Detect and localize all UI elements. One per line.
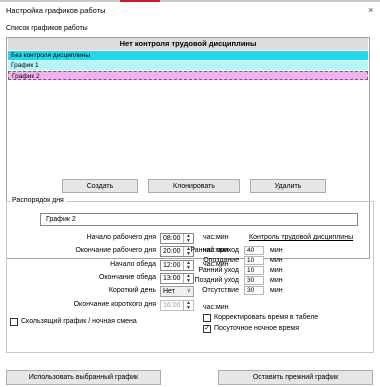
spin-icon[interactable]: ▲ ▼ (183, 261, 193, 270)
use-selected-button[interactable]: Использовать выбранный график (6, 370, 161, 385)
spin-icon[interactable]: ▲ ▼ (183, 274, 193, 283)
lunch-start-value: 12:00 (163, 262, 181, 269)
schedule-name-input[interactable]: График 2 (40, 213, 358, 226)
sliding-checkbox[interactable] (10, 318, 18, 326)
list-item[interactable]: График 1 (8, 61, 368, 70)
delete-button[interactable]: Удалить (250, 179, 326, 193)
control-row-unit: мин (270, 247, 283, 254)
check-icon: ✓ (204, 325, 210, 332)
accent-strip (120, 0, 160, 2)
control-row-input[interactable]: 10 (244, 266, 264, 275)
short-day-value: Нет (163, 288, 175, 295)
lunch-start-label: Начало обеда (110, 261, 156, 268)
window-top-border (0, 0, 380, 2)
lunch-end-label: Окончание обеда (98, 274, 156, 281)
work-end-input[interactable]: 20:00 ▲ ▼ (160, 246, 194, 257)
control-row-label: Поздний уход (194, 277, 239, 284)
window-title: Настройка графиков работы (6, 6, 106, 15)
lunch-end-value: 13:00 (163, 275, 181, 282)
lunch-end-input[interactable]: 13:00 ▲ ▼ (160, 273, 194, 284)
chevron-down-icon: ∨ (186, 288, 191, 294)
short-end-label: Окончание короткого дня (73, 301, 156, 308)
lunch-start-input[interactable]: 12:00 ▲ ▼ (160, 260, 194, 271)
control-row-unit: мин (270, 287, 283, 294)
list-item[interactable]: Без контроля дисциплины (8, 51, 368, 60)
work-start-value: 08:00 (163, 235, 181, 242)
control-row-input[interactable]: 40 (244, 246, 264, 255)
hourly-checkbox[interactable]: ✓ (203, 325, 211, 333)
control-row-label: Ранний приход (190, 247, 239, 254)
correct-checkbox[interactable] (203, 314, 211, 322)
correct-label: Корректировать время в табеле (214, 314, 319, 321)
control-row-label: Опоздание (203, 257, 239, 264)
hourly-label: Посуточное ночное время (214, 325, 299, 332)
sliding-label: Скользящий график / ночная смена (21, 318, 137, 325)
short-day-label: Короткий день (108, 287, 156, 294)
unit-label: час:мин (203, 234, 229, 241)
list-header: Нет контроля трудовой дисциплины (8, 38, 368, 50)
work-start-label: Начало рабочего дня (86, 234, 156, 241)
control-row-unit: мин (270, 267, 283, 274)
daily-schedule-legend: Распорядок дня (10, 197, 66, 204)
unit-label: час:мин (203, 304, 229, 311)
spin-icon: ▲ ▼ (183, 301, 193, 310)
control-row-unit: мин (270, 257, 283, 264)
control-row-input[interactable]: 10 (244, 256, 264, 265)
short-end-input: 16:00 ▲ ▼ (160, 300, 194, 311)
control-title: Контроль трудовой дисциплины (249, 234, 354, 241)
spin-icon[interactable]: ▲ ▼ (183, 234, 193, 243)
keep-previous-button[interactable]: Оставить прежний график (218, 370, 373, 385)
short-day-select[interactable]: Нет ∨ (160, 286, 194, 297)
list-item-selected[interactable]: График 2 (8, 71, 368, 80)
control-row-unit: мин (270, 277, 283, 284)
clone-button[interactable]: Клонировать (148, 179, 240, 193)
work-start-input[interactable]: 08:00 ▲ ▼ (160, 233, 194, 244)
short-end-value: 16:00 (163, 302, 181, 309)
control-row-label: Ранний уход (198, 267, 239, 274)
control-row-label: Отсутствие (202, 287, 239, 294)
control-row-input[interactable]: 30 (244, 276, 264, 285)
work-end-value: 20:00 (163, 248, 181, 255)
control-row-input[interactable]: 30 (244, 286, 264, 295)
close-icon[interactable]: × (368, 5, 373, 15)
list-section-label: Список графиков работы (6, 25, 88, 32)
create-button[interactable]: Создать (62, 179, 138, 193)
work-end-label: Окончание рабочего дня (75, 247, 156, 254)
